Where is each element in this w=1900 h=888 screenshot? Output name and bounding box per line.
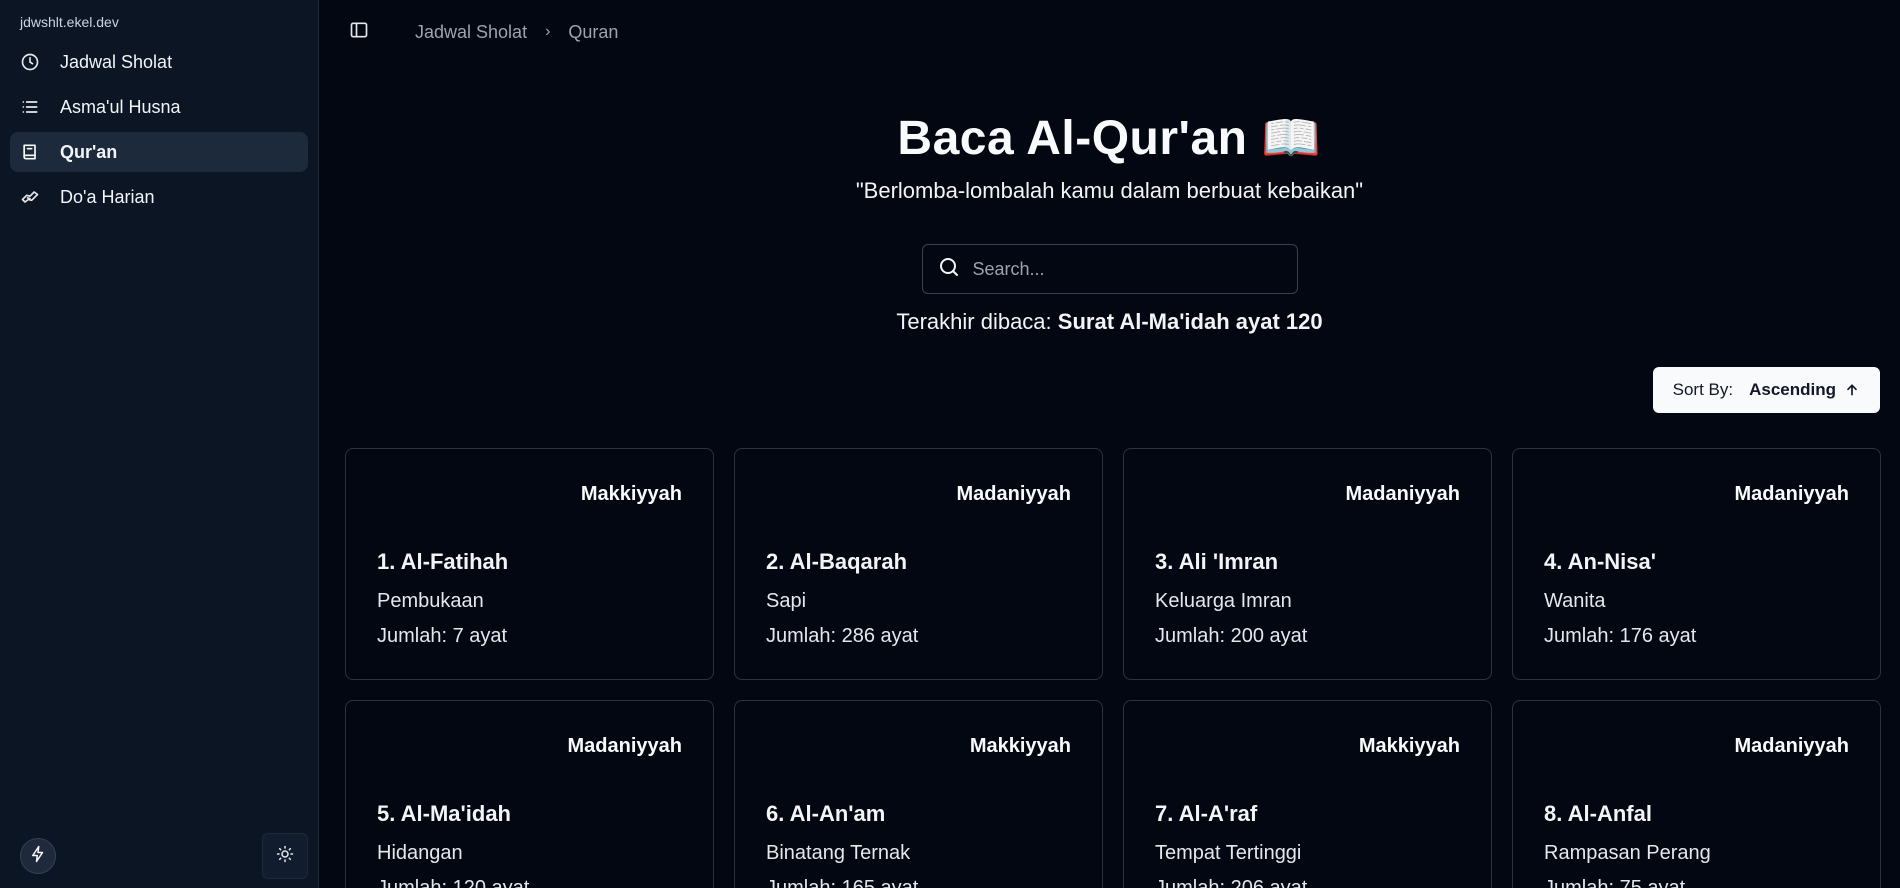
topbar: Jadwal Sholat › Quran (319, 0, 1900, 64)
search-icon (937, 255, 961, 284)
surah-type: Madaniyyah (956, 483, 1071, 505)
surah-card[interactable]: Madaniyyah 4. An-Nisa' Wanita Jumlah: 17… (1512, 448, 1881, 680)
surah-verse-count: Jumlah: 176 ayat (1544, 625, 1697, 647)
sort-row: Sort By: Ascending (319, 367, 1900, 413)
surah-card[interactable]: Madaniyyah 5. Al-Ma'idah Hidangan Jumlah… (345, 700, 714, 888)
last-read-value[interactable]: Surat Al-Ma'idah ayat 120 (1058, 309, 1323, 334)
main-content: Jadwal Sholat › Quran Baca Al-Qur'an 📖 "… (319, 0, 1900, 888)
surah-verse-count: Jumlah: 286 ayat (766, 625, 919, 647)
surah-card[interactable]: Madaniyyah 3. Ali 'Imran Keluarga Imran … (1123, 448, 1492, 680)
surah-meaning: Wanita (1544, 590, 1606, 612)
sidebar-item-label: Asma'ul Husna (60, 96, 181, 117)
surah-type: Madaniyyah (1345, 483, 1460, 505)
sidebar-footer (0, 824, 318, 888)
sidebar-nav: Jadwal Sholat Asma'ul Husna Qur'an Do'a … (10, 42, 308, 217)
arrow-up-icon (1844, 382, 1860, 398)
sidebar-item-quran[interactable]: Qur'an (10, 132, 308, 172)
surah-grid: Makkiyyah 1. Al-Fatihah Pembukaan Jumlah… (319, 448, 1900, 888)
sort-button[interactable]: Sort By: Ascending (1652, 367, 1880, 413)
sidebar-toggle-button[interactable] (345, 18, 373, 46)
bolt-icon (29, 845, 47, 868)
site-name: jdwshlt.ekel.dev (20, 14, 119, 30)
breadcrumb-jadwal-sholat[interactable]: Jadwal Sholat (415, 22, 527, 43)
hands-icon (20, 187, 40, 207)
surah-name: 7. Al-A'raf (1155, 801, 1258, 826)
surah-meaning: Tempat Tertinggi (1155, 842, 1302, 864)
sidebar-item-asmaul-husna[interactable]: Asma'ul Husna (10, 87, 308, 127)
hero: Baca Al-Qur'an 📖 "Berlomba-lombalah kamu… (319, 109, 1900, 204)
surah-meaning: Pembukaan (377, 590, 484, 612)
surah-meaning: Rampasan Perang (1544, 842, 1711, 864)
surah-name: 3. Ali 'Imran (1155, 549, 1279, 574)
surah-name: 1. Al-Fatihah (377, 549, 509, 574)
sidebar-item-label: Qur'an (60, 141, 118, 162)
sidebar: jdwshlt.ekel.dev Jadwal Sholat Asma'ul H… (0, 0, 319, 888)
page-title: Baca Al-Qur'an 📖 (897, 112, 1322, 165)
sidebar-item-label: Do'a Harian (60, 186, 155, 207)
surah-name: 5. Al-Ma'idah (377, 801, 511, 826)
sun-icon (276, 845, 294, 868)
book-icon (20, 142, 40, 162)
sidebar-item-label: Jadwal Sholat (60, 51, 173, 72)
surah-verse-count: Jumlah: 75 ayat (1544, 877, 1686, 888)
surah-type: Madaniyyah (1734, 735, 1849, 757)
surah-card[interactable]: Madaniyyah 2. Al-Baqarah Sapi Jumlah: 28… (734, 448, 1103, 680)
surah-meaning: Binatang Ternak (766, 842, 911, 864)
surah-type: Makkiyyah (969, 735, 1071, 757)
clock-icon (20, 52, 40, 72)
page-subtitle: "Berlomba-lombalah kamu dalam berbuat ke… (855, 178, 1364, 203)
surah-card[interactable]: Makkiyyah 7. Al-A'raf Tempat Tertinggi J… (1123, 700, 1492, 888)
surah-name: 2. Al-Baqarah (766, 549, 908, 574)
sidebar-item-doa-harian[interactable]: Do'a Harian (10, 177, 308, 217)
theme-toggle-button[interactable] (262, 833, 308, 879)
surah-card[interactable]: Makkiyyah 1. Al-Fatihah Pembukaan Jumlah… (345, 448, 714, 680)
surah-type: Makkiyyah (1358, 735, 1460, 757)
surah-name: 8. Al-Anfal (1544, 801, 1652, 826)
sort-value: Ascending (1749, 380, 1836, 399)
breadcrumb: Jadwal Sholat › Quran (415, 22, 618, 43)
sidebar-item-jadwal-sholat[interactable]: Jadwal Sholat (10, 42, 308, 82)
surah-verse-count: Jumlah: 200 ayat (1155, 625, 1308, 647)
surah-meaning: Sapi (766, 590, 807, 612)
panel-left-icon (349, 20, 369, 45)
surah-verse-count: Jumlah: 120 ayat (377, 877, 530, 888)
surah-verse-count: Jumlah: 206 ayat (1155, 877, 1308, 888)
surah-type: Madaniyyah (1734, 483, 1849, 505)
surah-type: Makkiyyah (580, 483, 682, 505)
surah-meaning: Keluarga Imran (1155, 590, 1292, 612)
surah-card[interactable]: Madaniyyah 8. Al-Anfal Rampasan Perang J… (1512, 700, 1881, 888)
chevron-right-icon: › (545, 23, 551, 40)
last-read: Terakhir dibaca: Surat Al-Ma'idah ayat 1… (319, 309, 1900, 335)
breadcrumb-quran: Quran (568, 21, 619, 42)
surah-type: Madaniyyah (567, 735, 682, 757)
surah-meaning: Hidangan (377, 842, 463, 864)
list-icon (20, 97, 40, 117)
last-read-label: Terakhir dibaca: (896, 309, 1058, 334)
surah-verse-count: Jumlah: 165 ayat (766, 877, 919, 888)
surah-verse-count: Jumlah: 7 ayat (377, 625, 508, 647)
app-root: jdwshlt.ekel.dev Jadwal Sholat Asma'ul H… (0, 0, 1900, 888)
surah-name: 6. Al-An'am (766, 801, 886, 826)
bolt-button[interactable] (20, 838, 56, 874)
surah-name: 4. An-Nisa' (1544, 549, 1656, 574)
sort-label: Sort By: (1672, 380, 1734, 399)
search-box (921, 244, 1298, 294)
search-input[interactable] (972, 258, 1273, 280)
surah-card[interactable]: Makkiyyah 6. Al-An'am Binatang Ternak Ju… (734, 700, 1103, 888)
